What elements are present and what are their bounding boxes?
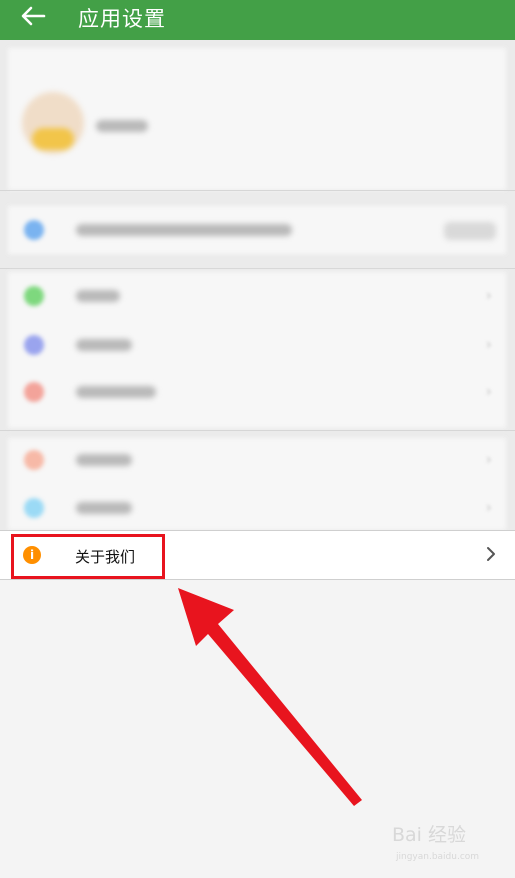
blurred-chevron: › bbox=[486, 452, 492, 468]
blurred-row-icon bbox=[24, 382, 44, 402]
blurred-chevron: › bbox=[486, 500, 492, 516]
pointer-arrow-icon bbox=[178, 588, 362, 806]
watermark-url: jingyan.baidu.com bbox=[396, 852, 480, 862]
back-arrow-icon[interactable] bbox=[18, 4, 48, 28]
divider bbox=[0, 268, 515, 269]
blurred-row-text bbox=[76, 386, 156, 398]
blurred-toggle bbox=[444, 222, 496, 240]
blurred-row-icon bbox=[24, 286, 44, 306]
blurred-row-text bbox=[76, 454, 132, 466]
blurred-row-text bbox=[76, 224, 292, 236]
info-icon: i bbox=[23, 546, 41, 564]
blurred-row-icon bbox=[24, 450, 44, 470]
divider bbox=[0, 190, 515, 191]
blurred-group bbox=[8, 438, 506, 530]
about-us-row[interactable]: i 关于我们 bbox=[0, 530, 515, 580]
page-title: 应用设置 bbox=[78, 7, 166, 31]
chevron-right-icon bbox=[487, 547, 495, 561]
blurred-row-text bbox=[76, 502, 132, 514]
about-us-label: 关于我们 bbox=[75, 548, 136, 566]
avatar bbox=[22, 92, 84, 154]
watermark: Bai 经验 bbox=[392, 824, 466, 846]
divider bbox=[0, 430, 515, 431]
blurred-username bbox=[96, 120, 148, 132]
blurred-settings-background: › › › › › bbox=[0, 40, 515, 530]
blurred-row-icon bbox=[24, 335, 44, 355]
app-bar: 应用设置 bbox=[0, 0, 515, 40]
blurred-chevron: › bbox=[486, 384, 492, 400]
blurred-row-icon bbox=[24, 220, 44, 240]
blurred-chevron: › bbox=[486, 288, 492, 304]
blurred-row-text bbox=[76, 339, 132, 351]
blurred-row-icon bbox=[24, 498, 44, 518]
blurred-chevron: › bbox=[486, 337, 492, 353]
blurred-row-text bbox=[76, 290, 120, 302]
